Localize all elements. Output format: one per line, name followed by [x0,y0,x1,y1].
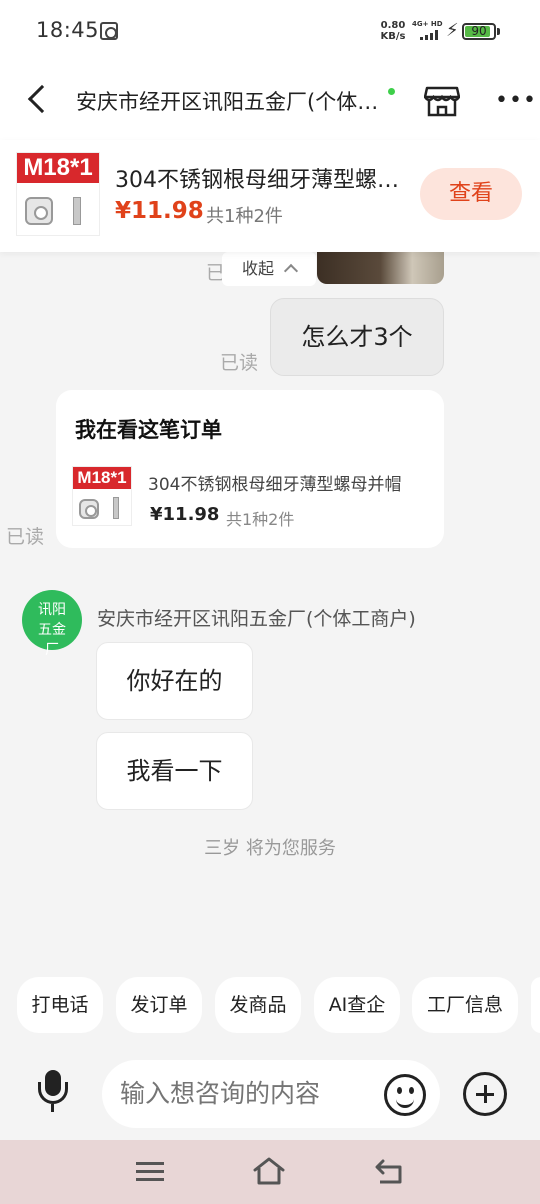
view-button[interactable]: 查看 [420,168,522,220]
product-price: ¥11.98 [115,198,204,224]
menu-icon[interactable] [136,1162,164,1182]
charging-icon: ⚡ [446,20,459,41]
hex-nut-icon [79,499,99,519]
product-thumbnail[interactable]: M18*1 [16,152,100,236]
quick-action-factory-info[interactable]: 工厂信息 [412,977,518,1033]
image-message[interactable] [317,252,444,284]
battery-percent: 90 [471,24,487,38]
more-dots-icon[interactable]: ••• [495,88,537,113]
quick-actions-bar: 打电话 发订单 发商品 AI查企 工厂信息 [0,962,540,1050]
network-speed: 0.80 KB/s [380,20,406,42]
order-price: ¥11.98 [150,504,220,525]
back-icon[interactable] [27,84,57,114]
status-time: 18:45 [36,18,100,42]
thumbnail-label: M18*1 [17,153,99,183]
quick-action-call[interactable]: 打电话 [17,977,103,1033]
incoming-message[interactable]: 你好在的 [96,642,253,720]
product-bar[interactable]: M18*1 304不锈钢根母细牙薄型螺母并帽 ¥11.98 共1种2件 查看 [0,140,540,252]
read-status: 已读 [220,352,259,374]
online-status-dot [388,88,395,95]
nut-side-icon [73,197,81,225]
chat-header: 安庆市经开区讯阳五金厂(个体工商户) ••• [0,62,540,140]
quick-action-more[interactable] [531,977,540,1033]
shop-title[interactable]: 安庆市经开区讯阳五金厂(个体工商户) [76,86,386,116]
hex-nut-icon [25,197,53,225]
quick-action-send-order[interactable]: 发订单 [116,977,202,1033]
status-bar: 18:45 0.80 KB/s 4G+ HD ⚡ 90 [0,0,540,62]
sender-name: 安庆市经开区讯阳五金厂(个体工商户) [97,608,416,630]
read-status: 已读 [6,526,45,548]
collapse-label: 收起 [242,259,275,278]
store-icon[interactable] [424,84,460,118]
order-card[interactable]: 我在看这笔订单 M18*1 304不锈钢根母细牙薄型螺母并帽 ¥11.98 共1… [56,390,444,548]
system-nav-bar [0,1140,540,1204]
product-title[interactable]: 304不锈钢根母细牙薄型螺母并帽 [115,162,405,194]
incoming-message[interactable]: 我看一下 [96,732,253,810]
battery-tip [497,28,500,35]
chat-messages[interactable]: 已读 收起 已读 怎么才3个 已读 我在看这笔订单 M18*1 304不锈钢根母… [0,252,540,962]
service-note: 三岁 将为您服务 [204,838,336,859]
network-type: 4G+ HD [412,20,443,28]
collapse-button[interactable]: 收起 [222,252,316,286]
quick-action-send-product[interactable]: 发商品 [215,977,301,1033]
battery-icon: 90 [462,23,496,40]
avatar-text: 讯阳五金厂 [38,602,66,658]
home-icon[interactable] [252,1156,286,1186]
plus-icon[interactable] [463,1072,507,1116]
shop-avatar[interactable]: 讯阳五金厂 [22,590,82,658]
order-thumbnail: M18*1 [72,466,132,526]
microphone-icon[interactable] [34,1068,74,1114]
thumbnail-label: M18*1 [73,467,131,489]
order-title: 304不锈钢根母细牙薄型螺母并帽 [148,475,402,495]
quick-action-ai-lookup[interactable]: AI查企 [314,977,400,1033]
order-count: 共1种2件 [226,510,295,529]
order-card-heading: 我在看这笔订单 [75,418,222,442]
emoji-icon[interactable] [384,1074,426,1116]
product-count: 共1种2件 [206,206,283,227]
chevron-up-icon [283,263,299,279]
back-nav-icon[interactable] [374,1158,406,1186]
outgoing-message[interactable]: 怎么才3个 [270,298,444,376]
notification-app-icon [100,22,118,40]
signal-icon [420,30,440,40]
nut-side-icon [113,497,119,519]
input-row [0,1050,540,1140]
